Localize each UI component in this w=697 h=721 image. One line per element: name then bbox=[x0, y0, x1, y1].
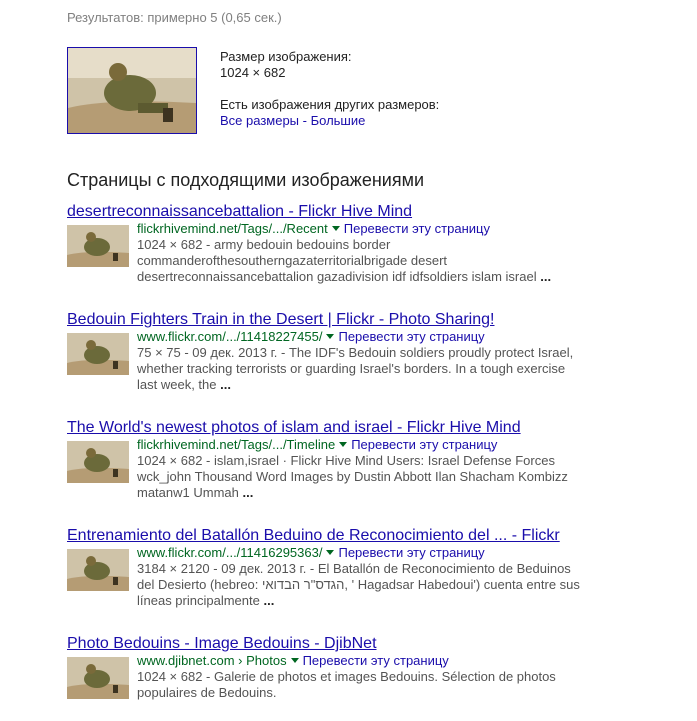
image-size-value: 1024 × 682 bbox=[220, 65, 286, 80]
all-sizes-link[interactable]: Все размеры bbox=[220, 113, 299, 128]
snippet-ellipsis: ... bbox=[540, 269, 552, 284]
results-stats: Результатов: примерно 5 (0,65 сек.) bbox=[67, 10, 282, 25]
result-title-link[interactable]: Bedouin Fighters Train in the Desert | F… bbox=[67, 311, 587, 329]
query-image-thumbnail[interactable] bbox=[67, 47, 197, 134]
result-thumbnail[interactable] bbox=[67, 657, 129, 699]
translate-link[interactable]: Перевести эту страницу bbox=[303, 653, 449, 668]
result-thumbnail[interactable] bbox=[67, 549, 129, 591]
result-item: Photo Bedouins - Image Bedouins - DjibNe… bbox=[67, 635, 587, 721]
caret-down-icon[interactable] bbox=[326, 550, 335, 556]
snippet-ellipsis: ... bbox=[220, 377, 231, 392]
result-snippet: 1024 × 682 - islam,israel · Flickr Hive … bbox=[137, 453, 568, 500]
result-title-link[interactable]: desertreconnaissancebattalion - Flickr H… bbox=[67, 203, 587, 221]
translate-link[interactable]: Перевести эту страницу bbox=[338, 329, 484, 344]
soldier-photo-icon bbox=[68, 48, 196, 133]
result-title-link[interactable]: The World's newest photos of islam and i… bbox=[67, 419, 587, 437]
soldier-photo-icon bbox=[67, 333, 129, 375]
other-sizes-label: Есть изображения других размеров: bbox=[220, 97, 440, 112]
image-info: Размер изображения: 1024 × 682 Есть изоб… bbox=[220, 49, 439, 129]
result-url[interactable]: flickrhivemind.net/Tags/.../Recent bbox=[137, 221, 328, 236]
result-snippet: 75 × 75 - 09 дек. 2013 г. - The IDF's Be… bbox=[137, 345, 574, 392]
soldier-photo-icon bbox=[67, 657, 129, 699]
result-thumbnail[interactable] bbox=[67, 225, 129, 267]
translate-link[interactable]: Перевести эту страницу bbox=[351, 437, 497, 452]
caret-down-icon[interactable] bbox=[290, 658, 299, 664]
result-url[interactable]: flickrhivemind.net/Tags/.../Timeline bbox=[137, 437, 335, 452]
size-links-separator: - bbox=[299, 113, 311, 128]
larger-sizes-link[interactable]: Большие bbox=[311, 113, 366, 128]
result-title-link[interactable]: Photo Bedouins - Image Bedouins - DjibNe… bbox=[67, 635, 587, 653]
image-size-label: Размер изображения: bbox=[220, 49, 352, 64]
result-title-link[interactable]: Entrenamiento del Batallón Beduino de Re… bbox=[67, 527, 587, 545]
result-thumbnail[interactable] bbox=[67, 333, 129, 375]
caret-down-icon[interactable] bbox=[326, 334, 335, 340]
result-item: The World's newest photos of islam and i… bbox=[67, 419, 587, 505]
soldier-photo-icon bbox=[67, 441, 129, 483]
snippet-ellipsis: ... bbox=[263, 593, 275, 608]
result-snippet: 1024 × 682 - Galerie de photos et images… bbox=[137, 669, 556, 700]
soldier-photo-icon bbox=[67, 225, 129, 267]
result-item: Bedouin Fighters Train in the Desert | F… bbox=[67, 311, 587, 397]
caret-down-icon[interactable] bbox=[339, 442, 348, 448]
result-item: desertreconnaissancebattalion - Flickr H… bbox=[67, 203, 587, 289]
soldier-photo-icon bbox=[67, 549, 129, 591]
snippet-ellipsis: ... bbox=[242, 485, 254, 500]
result-url[interactable]: www.djibnet.com › Photos bbox=[137, 653, 287, 668]
result-item: Entrenamiento del Batallón Beduino de Re… bbox=[67, 527, 587, 613]
translate-link[interactable]: Перевести эту страницу bbox=[338, 545, 484, 560]
result-snippet: 1024 × 682 - army bedouin bedouins borde… bbox=[137, 237, 537, 284]
caret-down-icon[interactable] bbox=[331, 226, 340, 232]
result-thumbnail[interactable] bbox=[67, 441, 129, 483]
pages-heading: Страницы с подходящими изображениями bbox=[67, 170, 425, 190]
result-url[interactable]: www.flickr.com/.../11416295363/ bbox=[137, 545, 322, 560]
result-snippet: 3184 × 2120 - 09 дек. 2013 г. - El Batal… bbox=[137, 561, 580, 608]
translate-link[interactable]: Перевести эту страницу bbox=[344, 221, 490, 236]
result-url[interactable]: www.flickr.com/.../11418227455/ bbox=[137, 329, 322, 344]
